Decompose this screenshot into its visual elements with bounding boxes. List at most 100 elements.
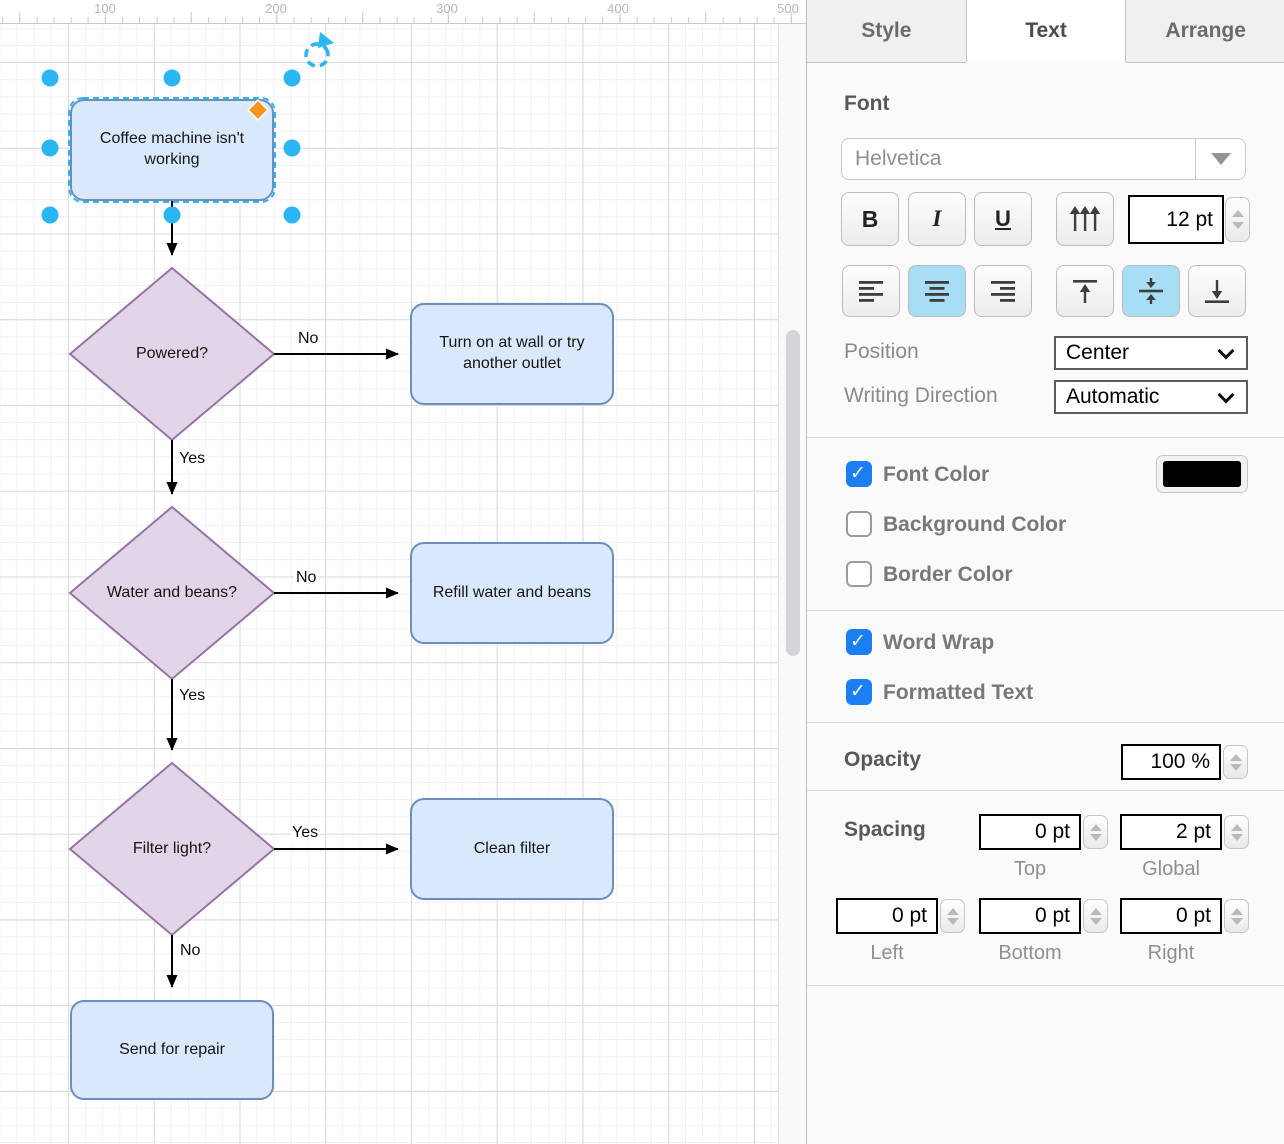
spacing-global-label: Global: [1120, 858, 1222, 881]
valign-bottom-icon: [1204, 279, 1230, 304]
writing-direction-select[interactable]: Automatic: [1054, 380, 1248, 414]
stepper-up-icon[interactable]: [1230, 754, 1242, 761]
spacing-right-stepper[interactable]: [1224, 899, 1249, 933]
spacing-left-stepper[interactable]: [940, 899, 965, 933]
node-refill-water-beans[interactable]: Refill water and beans: [410, 542, 614, 644]
valign-bottom-button[interactable]: [1188, 265, 1246, 317]
underline-button[interactable]: U: [974, 192, 1032, 246]
valign-top-icon: [1072, 279, 1098, 304]
align-left-button[interactable]: [842, 265, 900, 317]
node-turn-on-at-wall[interactable]: Turn on at wall or try another outlet: [410, 303, 614, 405]
valign-middle-button[interactable]: [1122, 265, 1180, 317]
spacing-right-input[interactable]: [1120, 898, 1222, 934]
section-divider: [807, 722, 1284, 723]
ruler-medium-ticks: [0, 12, 806, 23]
edge-label-powered-no[interactable]: No: [296, 330, 320, 348]
formatted-text-checkbox[interactable]: [846, 679, 872, 705]
opacity-label: Opacity: [844, 748, 921, 772]
section-divider: [807, 985, 1284, 986]
spacing-global-stepper[interactable]: [1224, 815, 1249, 849]
ruler-mark: 100: [94, 1, 116, 16]
background-color-label: Background Color: [883, 513, 1066, 537]
horizontal-ruler: 100 200 300 400 500: [0, 0, 806, 24]
font-size-input[interactable]: [1128, 195, 1224, 244]
spacing-top-stepper[interactable]: [1083, 815, 1108, 849]
section-divider: [807, 790, 1284, 791]
edge-label-water-no[interactable]: No: [294, 569, 318, 587]
stepper-up-icon[interactable]: [1232, 210, 1244, 217]
edge-label-water-yes[interactable]: Yes: [177, 687, 207, 705]
position-select[interactable]: Center: [1054, 336, 1248, 370]
format-panel: Style Text Arrange Font Helvetica B I U: [806, 0, 1284, 1144]
italic-button[interactable]: I: [908, 192, 966, 246]
tab-arrange[interactable]: Arrange: [1126, 0, 1284, 63]
opacity-stepper[interactable]: [1223, 745, 1248, 779]
align-center-icon: [925, 281, 950, 302]
spacing-bottom-label: Bottom: [979, 942, 1081, 965]
canvas-area[interactable]: 100 200 300 400 500 Coffee machine isn't…: [0, 0, 806, 1144]
valign-top-button[interactable]: [1056, 265, 1114, 317]
tab-text[interactable]: Text: [966, 0, 1127, 63]
bold-icon: B: [862, 206, 879, 233]
border-color-label: Border Color: [883, 563, 1013, 587]
edge-label-filter-yes[interactable]: Yes: [290, 824, 320, 842]
stepper-up-icon[interactable]: [947, 908, 959, 915]
stepper-up-icon[interactable]: [1090, 908, 1102, 915]
font-size-stepper[interactable]: [1225, 197, 1250, 242]
spacing-left-input[interactable]: [836, 898, 938, 934]
edge-label-filter-no[interactable]: No: [178, 942, 202, 960]
ruler-mark: 500: [777, 1, 799, 16]
stepper-down-icon[interactable]: [947, 918, 959, 925]
font-section-heading: Font: [844, 92, 889, 116]
stepper-up-icon[interactable]: [1090, 824, 1102, 831]
font-color-label: Font Color: [883, 463, 989, 487]
node-send-for-repair[interactable]: Send for repair: [70, 1000, 274, 1100]
section-divider: [807, 610, 1284, 611]
node-clean-filter[interactable]: Clean filter: [410, 798, 614, 900]
font-family-select[interactable]: Helvetica: [841, 138, 1246, 180]
align-center-button[interactable]: [908, 265, 966, 317]
background-color-checkbox[interactable]: [846, 511, 872, 537]
spacing-top-input[interactable]: [979, 814, 1081, 850]
font-color-swatch: [1163, 461, 1241, 487]
ruler-mark: 300: [436, 1, 458, 16]
spacing-bottom-stepper[interactable]: [1083, 899, 1108, 933]
vertical-text-button[interactable]: [1056, 192, 1114, 246]
ruler-mark: 200: [265, 1, 287, 16]
font-color-swatch-button[interactable]: [1156, 455, 1248, 493]
position-label: Position: [844, 340, 919, 364]
diagram-canvas[interactable]: Coffee machine isn't working Turn on at …: [0, 24, 806, 1144]
font-family-value: Helvetica: [842, 147, 1195, 171]
stepper-down-icon[interactable]: [1090, 918, 1102, 925]
stepper-down-icon[interactable]: [1090, 834, 1102, 841]
font-family-dropdown-icon[interactable]: [1195, 139, 1245, 179]
align-right-button[interactable]: [974, 265, 1032, 317]
section-divider: [807, 437, 1284, 438]
bold-button[interactable]: B: [841, 192, 899, 246]
spacing-bottom-input[interactable]: [979, 898, 1081, 934]
stepper-up-icon[interactable]: [1231, 824, 1243, 831]
italic-icon: I: [933, 206, 942, 232]
formatted-text-label: Formatted Text: [883, 681, 1033, 705]
spacing-section-heading: Spacing: [844, 818, 926, 842]
node-coffee-machine[interactable]: Coffee machine isn't working: [70, 99, 274, 201]
font-color-checkbox[interactable]: [846, 461, 872, 487]
chevron-down-icon: [1218, 386, 1235, 403]
tab-style[interactable]: Style: [807, 0, 966, 63]
writing-direction-label: Writing Direction: [844, 384, 998, 408]
position-value: Center: [1056, 341, 1220, 365]
writing-direction-value: Automatic: [1056, 385, 1220, 409]
word-wrap-checkbox[interactable]: [846, 629, 872, 655]
stepper-down-icon[interactable]: [1231, 834, 1243, 841]
stepper-down-icon[interactable]: [1230, 764, 1242, 771]
opacity-input[interactable]: [1121, 744, 1221, 780]
stepper-down-icon[interactable]: [1231, 918, 1243, 925]
vertical-scrollbar-thumb[interactable]: [786, 330, 800, 656]
stepper-down-icon[interactable]: [1232, 222, 1244, 229]
border-color-checkbox[interactable]: [846, 561, 872, 587]
edge-label-powered-yes[interactable]: Yes: [177, 450, 207, 468]
format-tabs: Style Text Arrange: [807, 0, 1284, 63]
ruler-mark: 400: [607, 1, 629, 16]
stepper-up-icon[interactable]: [1231, 908, 1243, 915]
spacing-global-input[interactable]: [1120, 814, 1222, 850]
